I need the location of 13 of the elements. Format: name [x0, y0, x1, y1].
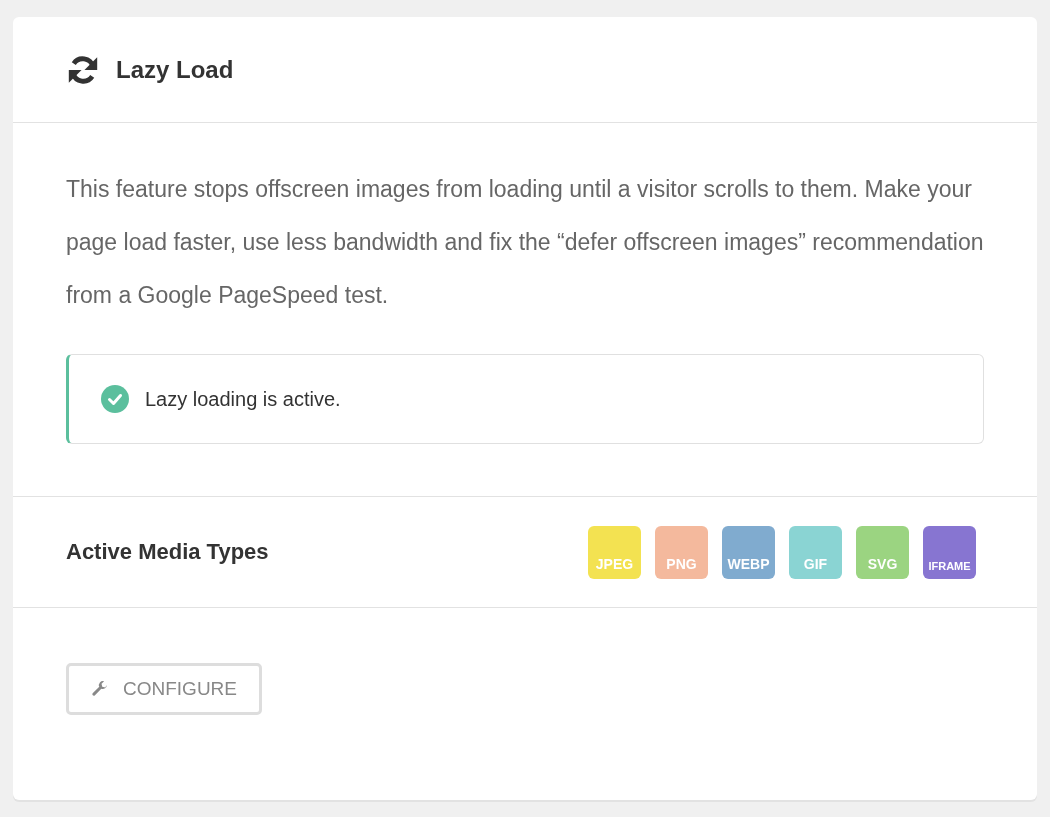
section-label: Active Media Types — [66, 539, 269, 565]
media-type-tag: WEBP — [722, 525, 775, 579]
media-type-tag: IFRAME — [923, 525, 976, 579]
wrench-icon — [91, 680, 109, 698]
card-title: Lazy Load — [116, 55, 234, 84]
media-type-tag: JPEG — [588, 525, 641, 579]
notice-text: Lazy loading is active. — [145, 387, 341, 411]
media-type-tag: GIF — [789, 525, 842, 579]
media-type-tag: SVG — [856, 525, 909, 579]
feature-description: This feature stops offscreen images from loading until a visitor scrolls to them. Make your page load faster, use less bandwidth and fix the “defer offscreen images” recommendation from a Google PageSpeed test. — [66, 175, 984, 310]
configure-button[interactable]: CONFIGURE — [66, 663, 262, 715]
check-circle-icon — [101, 385, 129, 413]
media-type-tag: PNG — [655, 525, 708, 579]
